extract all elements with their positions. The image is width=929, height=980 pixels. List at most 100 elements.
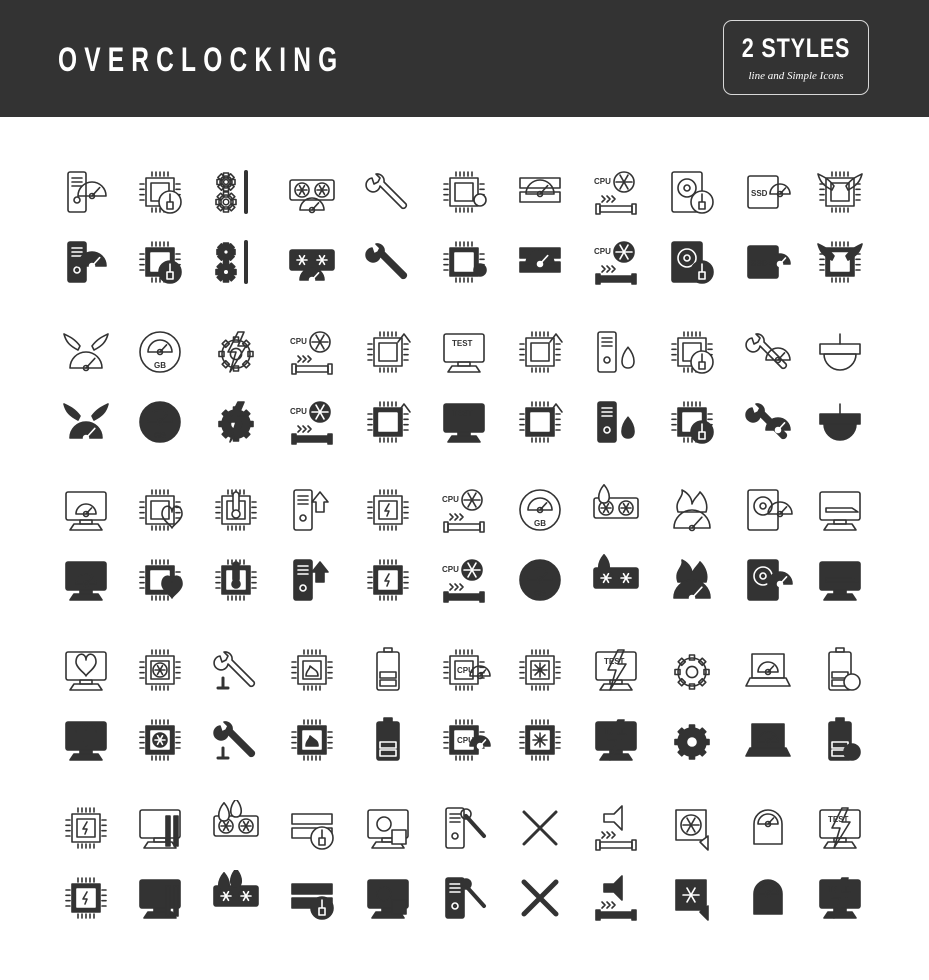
cpu-wings-line-icon [812,164,868,220]
fan-mute-solid-icon [664,870,720,926]
tools-crossed-line-icon [512,800,568,856]
gears-wrench-solid-icon [208,234,264,290]
coolant-fan-line-icon [588,482,644,538]
cpu-thermometer-line-icon [208,482,264,538]
monitor-speedometer-solid-icon [58,552,114,608]
winged-speedometer-line-icon [58,324,114,380]
test-monitor-solid-icon: TEST [436,394,492,450]
test-lightning-chip-solid-icon: TEST [812,870,868,926]
cpu-thermal-paste-line-icon [132,164,188,220]
wrench-solid-icon [360,234,416,290]
coolant-fan-solid-icon [588,552,644,608]
wrench-line-icon [360,164,416,220]
cpu-heart-line-icon [132,482,188,538]
svg-text:GB: GB [154,431,166,440]
gear-chip-line-icon [664,642,720,698]
svg-text:CPU: CPU [442,495,459,504]
test-monitor-line-icon: TEST [436,324,492,380]
battery-half-solid-icon [360,712,416,768]
monitor-race-car-solid-icon [812,552,868,608]
cpu-gauge-solid-icon: CPU [436,712,492,768]
gear-lightning-line-icon [208,324,264,380]
svg-text:CPU: CPU [290,337,307,346]
svg-text:CPU: CPU [457,666,474,675]
cpu-wings-solid-icon [812,234,868,290]
hdd-gauge-line-icon [740,482,796,538]
svg-text:CPU: CPU [442,565,459,574]
winged-speedometer-solid-icon [58,394,114,450]
gears-wrench-line-icon [208,164,264,220]
fan-mute-line-icon [664,800,720,856]
monitor-race-car-line-icon [812,482,868,538]
svg-text:CPU: CPU [594,177,611,186]
gb-gauge-solid-icon: GB [132,394,188,450]
speaker-pipe-solid-icon [588,870,644,926]
cpu-fan-line-icon [132,642,188,698]
wrench-screw-line-icon [208,642,264,698]
gb-speedometer-solid-icon: GB [512,552,568,608]
wrench-gauge-solid-icon [740,394,796,450]
head-gauge-chip-line-icon [740,800,796,856]
ram-brush-line-icon [284,800,340,856]
cpu-wrench-solid-icon [436,234,492,290]
pc-tower-coolant-line-icon [588,324,644,380]
coolant-dual-fan-solid-icon [208,870,264,926]
hdd-brush-solid-icon [664,234,720,290]
pc-tower-wrench-solid-icon [436,870,492,926]
cpu-flame-solid-icon [284,712,340,768]
gpu-gauge-solid-icon [284,234,340,290]
cpu-fan-pipe-line-icon: CPU [588,164,644,220]
gear-chip-solid-icon [664,712,720,768]
cpu-lightning-line-icon [58,800,114,856]
wrench-gauge-line-icon [740,324,796,380]
cpu-power-pipe-line-icon: CPU [284,324,340,380]
cpu-temperature-pipe-solid-icon: CPU [436,552,492,608]
cpu-muscle-solid-icon [360,552,416,608]
cpu-heart-solid-icon [132,552,188,608]
gb-speedometer-line-icon: GB [512,482,568,538]
ssd-gauge-solid-icon: SSD [740,234,796,290]
coolant-dual-fan-line-icon [208,800,264,856]
ram-speedometer-solid-icon [512,234,568,290]
cpu-arrow-up-solid-icon [360,394,416,450]
svg-text:TEST: TEST [452,339,473,348]
cpu-fan-solid-icon [132,712,188,768]
cpu-lightning-solid-icon [58,870,114,926]
svg-text:SSD: SSD [751,259,768,268]
test-monitor-lightning-solid-icon: TEST [588,712,644,768]
speaker-pipe-line-icon [588,800,644,856]
pc-tower-arrow-up-line-icon [284,482,340,538]
pc-tower-gauge-solid-icon [58,234,114,290]
battery-eco-line-icon [812,642,868,698]
cpu-temperature-pipe-line-icon: CPU [436,482,492,538]
cpu-wrench-arrow-solid-icon [512,394,568,450]
test-lightning-chip-line-icon: TEST [812,800,868,856]
fire-speedometer-line-icon [664,482,720,538]
icon-grid: CPU CPU SSD SSD GB GB CPU CPU TEST TEST CPU CPU GB GB… [0,0,929,980]
cpu-fan-pipe-solid-icon: CPU [588,234,644,290]
battery-eco-solid-icon [812,712,868,768]
router-gauge-line-icon [812,324,868,380]
pc-tools-solid-icon [132,870,188,926]
cpu-snowflake-line-icon [512,642,568,698]
laptop-speedometer-line-icon [740,642,796,698]
wrench-screw-solid-icon [208,712,264,768]
svg-text:GB: GB [534,589,546,598]
cpu-brush-solid-icon [664,394,720,450]
cpu-power-pipe-solid-icon: CPU [284,394,340,450]
ram-brush-solid-icon [284,870,340,926]
hdd-brush-line-icon [664,164,720,220]
svg-text:TEST: TEST [452,409,473,418]
laptop-speedometer-solid-icon [740,712,796,768]
cpu-flame-line-icon [284,642,340,698]
monitor-heart-solid-icon [58,712,114,768]
hdd-gauge-solid-icon [740,552,796,608]
gb-gauge-line-icon: GB [132,324,188,380]
head-gauge-chip-solid-icon [740,870,796,926]
tools-crossed-solid-icon [512,870,568,926]
cpu-arrow-up-line-icon [360,324,416,380]
svg-text:CPU: CPU [457,736,474,745]
monitor-speedometer-line-icon [58,482,114,538]
pc-tower-arrow-up-solid-icon [284,552,340,608]
test-monitor-lightning-line-icon: TEST [588,642,644,698]
